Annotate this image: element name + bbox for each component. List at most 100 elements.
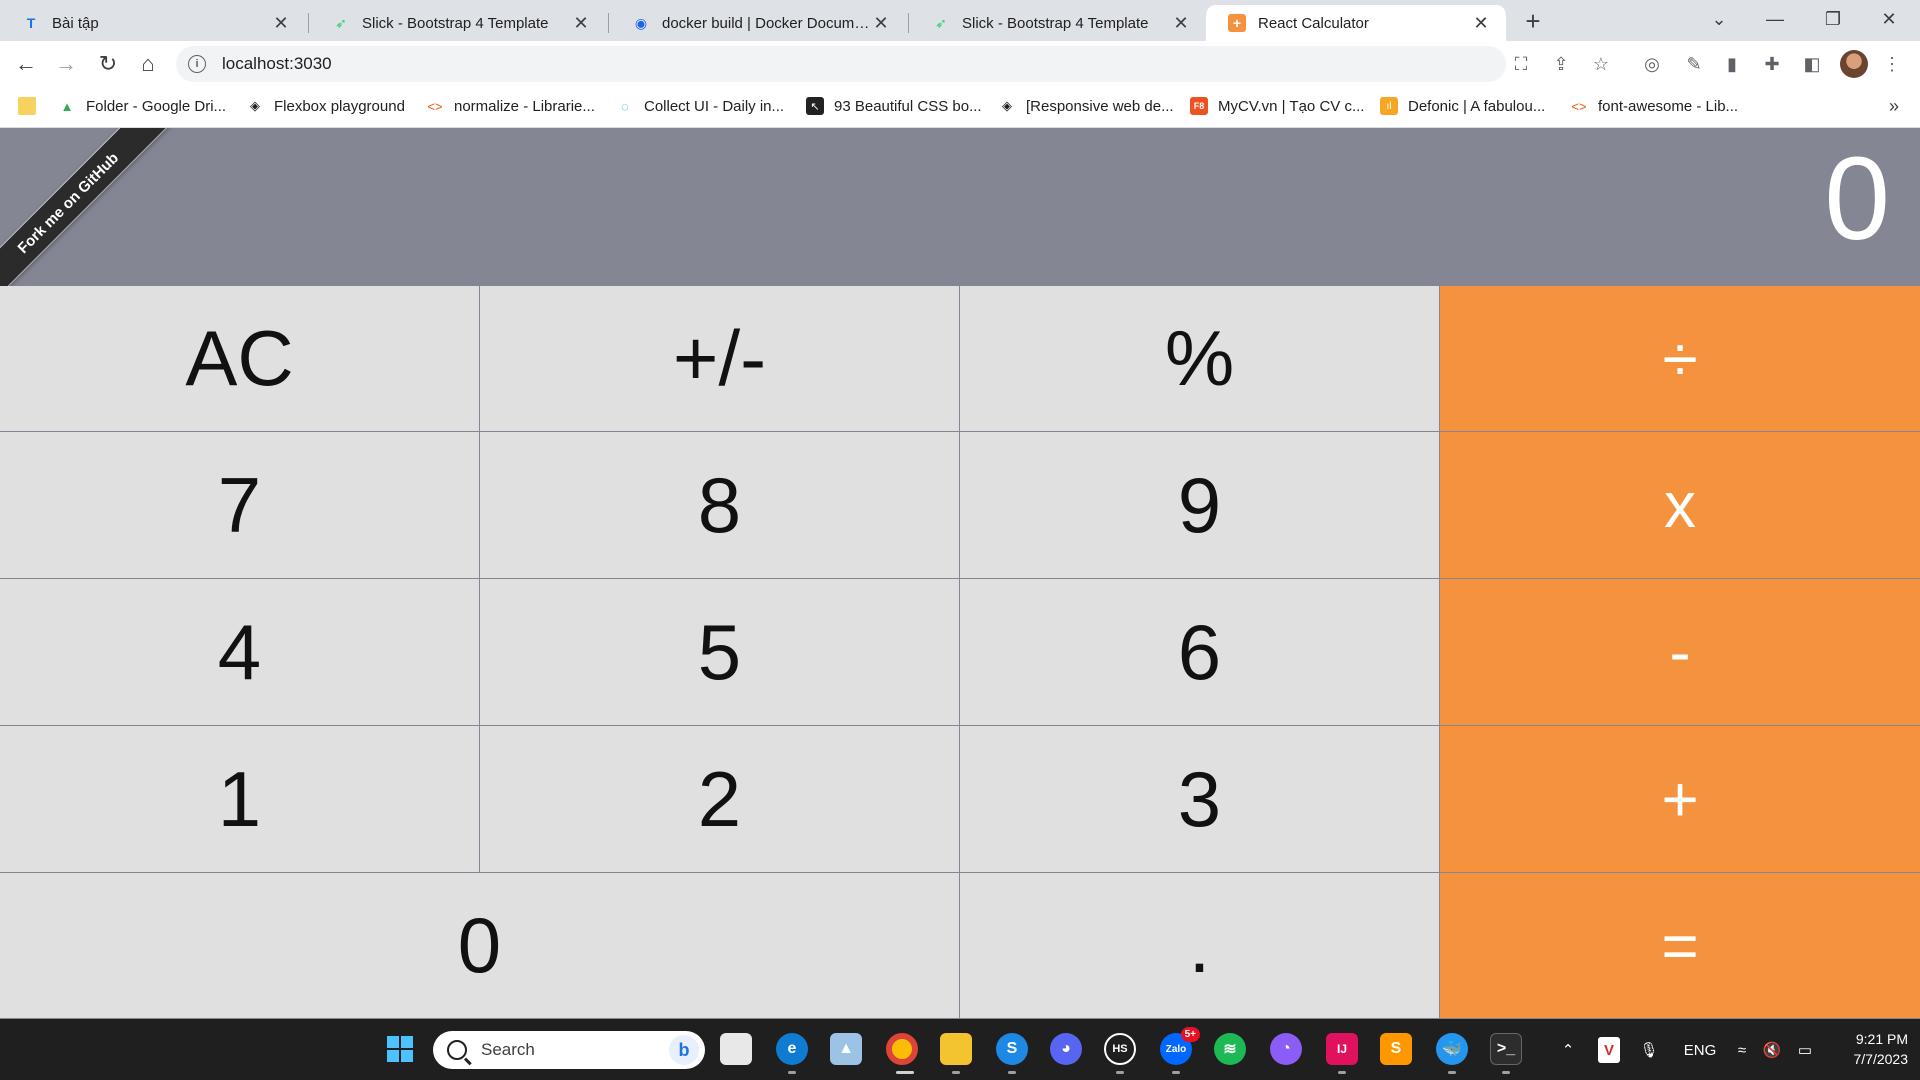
digit-0-button[interactable]: 0 <box>0 873 960 1019</box>
edge-icon[interactable]: e <box>776 1033 808 1065</box>
close-icon[interactable]: ✕ <box>870 12 892 34</box>
more-menu-icon[interactable]: ⋮ <box>1878 50 1906 78</box>
bookmark-flexbox[interactable]: ◈ Flexbox playground <box>246 88 405 124</box>
digit-5-button[interactable]: 5 <box>480 579 960 726</box>
compass-extension-icon[interactable]: ◎ <box>1638 50 1666 78</box>
github-desktop-icon[interactable]: ◔ <box>1270 1033 1302 1065</box>
language-indicator[interactable]: ENG <box>1680 1037 1720 1063</box>
minimize-icon[interactable]: — <box>1752 0 1798 38</box>
clock-time: 9:21 PM <box>1855 1031 1908 1047</box>
reload-icon[interactable]: ↻ <box>92 48 124 80</box>
close-icon[interactable]: ✕ <box>270 12 292 34</box>
bookmark-star-icon[interactable]: ☆ <box>1588 51 1614 77</box>
browser-toolbar: ← → ↻ ⌂ i localhost:3030 ⛶ ⇪ ☆ ◎ ✎ ▮ ✚ ◧… <box>0 41 1920 88</box>
bookmark-collect-ui[interactable]: ◌ Collect UI - Daily in... <box>616 88 784 124</box>
digit-2-button[interactable]: 2 <box>480 726 960 873</box>
docker-icon[interactable]: 🐳 <box>1436 1033 1468 1065</box>
bookmark-label: Collect UI - Daily in... <box>644 97 785 115</box>
bookmark-css-borders[interactable]: ↖ 93 Beautiful CSS bo... <box>806 88 982 124</box>
bookmark-mycv[interactable]: F8 MyCV.vn | Tạo CV c... <box>1190 88 1364 124</box>
running-indicator <box>1008 1071 1016 1074</box>
taskbar-search-box[interactable]: Search b <box>433 1031 705 1069</box>
running-indicator <box>788 1071 796 1074</box>
vivaldi-tray-icon[interactable]: V <box>1598 1037 1620 1063</box>
close-icon[interactable]: ✕ <box>570 12 592 34</box>
bookmark-google-drive[interactable]: ▲ Folder - Google Dri... <box>58 88 226 124</box>
back-arrow-icon[interactable]: ← <box>10 48 42 80</box>
tab-search-chevron-icon[interactable]: ⌄ <box>1696 0 1742 38</box>
digit-3-button[interactable]: 3 <box>960 726 1440 873</box>
bookmark-defonic[interactable]: ıl Defonic | A fabulou... <box>1380 88 1545 124</box>
digit-9-button[interactable]: 9 <box>960 432 1440 579</box>
home-icon[interactable]: ⌂ <box>132 48 164 80</box>
forward-arrow-icon[interactable]: → <box>50 48 82 80</box>
wifi-icon[interactable]: ≈ <box>1730 1037 1754 1063</box>
fork-me-on-github-ribbon[interactable]: Fork me on GitHub <box>0 128 171 306</box>
file-explorer-icon[interactable] <box>940 1033 972 1065</box>
clear-button[interactable]: AC <box>0 286 480 432</box>
intellij-icon[interactable]: IJ <box>1326 1033 1358 1065</box>
digit-4-button[interactable]: 4 <box>0 579 480 726</box>
divide-button[interactable]: ÷ <box>1440 286 1920 432</box>
window-close-icon[interactable]: ✕ <box>1866 0 1912 38</box>
translate-icon[interactable]: ⛶ <box>1508 51 1534 77</box>
url-text[interactable]: localhost:3030 <box>222 54 332 74</box>
bookmark-label: Flexbox playground <box>274 97 405 115</box>
discord-icon[interactable]: ◕ <box>1050 1033 1082 1065</box>
cursor-icon: ↖ <box>806 97 824 115</box>
address-bar[interactable]: i localhost:3030 <box>176 46 1506 82</box>
show-hidden-icons-chevron-icon[interactable]: ⌃ <box>1556 1037 1580 1063</box>
share-icon[interactable]: ⇪ <box>1548 51 1574 77</box>
bing-icon[interactable]: b <box>669 1035 699 1065</box>
close-icon[interactable]: ✕ <box>1170 12 1192 34</box>
tab-title: Bài tập <box>52 14 99 32</box>
terminal-icon[interactable]: >_ <box>1490 1033 1522 1065</box>
bookmark-normalize[interactable]: <> normalize - Librarie... <box>426 88 594 124</box>
volume-muted-icon[interactable]: 🔇 <box>1760 1037 1784 1063</box>
photos-icon[interactable]: ▲ <box>830 1033 862 1065</box>
tab-react-calculator[interactable]: + React Calculator ✕ <box>1206 5 1506 41</box>
browser-tab-bar: T Bài tập ✕ ➶ Slick - Bootstrap 4 Templa… <box>0 0 1920 41</box>
add-button[interactable]: + <box>1440 726 1920 873</box>
microphone-icon[interactable]: 🎙 <box>1638 1037 1660 1063</box>
hs-app-icon[interactable]: HS <box>1104 1033 1136 1065</box>
percent-button[interactable]: % <box>960 286 1440 432</box>
slick-icon: ➶ <box>935 14 947 31</box>
sublime-text-icon[interactable]: S <box>1380 1033 1412 1065</box>
zalo-icon[interactable]: Zalo 5+ <box>1160 1027 1200 1065</box>
bookmark-folder[interactable] <box>18 88 46 124</box>
site-info-icon[interactable]: i <box>188 55 206 73</box>
digit-6-button[interactable]: 6 <box>960 579 1440 726</box>
chrome-icon[interactable] <box>886 1033 918 1065</box>
profile-avatar[interactable] <box>1840 50 1868 78</box>
spotify-icon[interactable]: ≋ <box>1214 1033 1246 1065</box>
close-icon[interactable]: ✕ <box>1470 12 1492 34</box>
digit-1-button[interactable]: 1 <box>0 726 480 873</box>
equals-button[interactable]: = <box>1440 873 1920 1019</box>
windows-start-icon[interactable] <box>384 1033 416 1065</box>
multiply-button[interactable]: x <box>1440 432 1920 579</box>
task-view-icon[interactable] <box>720 1033 752 1065</box>
system-clock[interactable]: 9:21 PM 7/7/2023 <box>1826 1029 1909 1069</box>
tab-slick-1[interactable]: ➶ Slick - Bootstrap 4 Template ✕ <box>310 5 606 41</box>
extensions-puzzle-icon[interactable]: ✚ <box>1758 50 1786 78</box>
bookmark-font-awesome[interactable]: <> font-awesome - Lib... <box>1570 88 1738 124</box>
code-icon: <> <box>427 98 443 114</box>
restore-icon[interactable]: ❐ <box>1810 0 1856 38</box>
bookmark-responsive-web[interactable]: ◈ [Responsive web de... <box>998 88 1174 124</box>
side-panel-icon[interactable]: ◧ <box>1798 50 1826 78</box>
toggle-sign-button[interactable]: +/- <box>480 286 960 432</box>
decimal-button[interactable]: . <box>960 873 1440 1019</box>
more-bookmarks-chevron-icon[interactable]: » <box>1880 92 1908 120</box>
tab-slick-2[interactable]: ➶ Slick - Bootstrap 4 Template ✕ <box>910 5 1206 41</box>
color-picker-extension-icon[interactable]: ✎ <box>1680 50 1708 78</box>
tab-bai-tap[interactable]: T Bài tập ✕ <box>0 5 306 41</box>
subtract-button[interactable]: - <box>1440 579 1920 726</box>
new-tab-button[interactable]: + <box>1516 6 1550 36</box>
clipboard-extension-icon[interactable]: ▮ <box>1718 50 1746 78</box>
digit-7-button[interactable]: 7 <box>0 432 480 579</box>
battery-icon[interactable]: ▭ <box>1792 1037 1818 1063</box>
digit-8-button[interactable]: 8 <box>480 432 960 579</box>
tab-docker-build[interactable]: ◉ docker build | Docker Documentation ✕ <box>610 5 906 41</box>
skype-icon[interactable]: S <box>996 1033 1028 1065</box>
